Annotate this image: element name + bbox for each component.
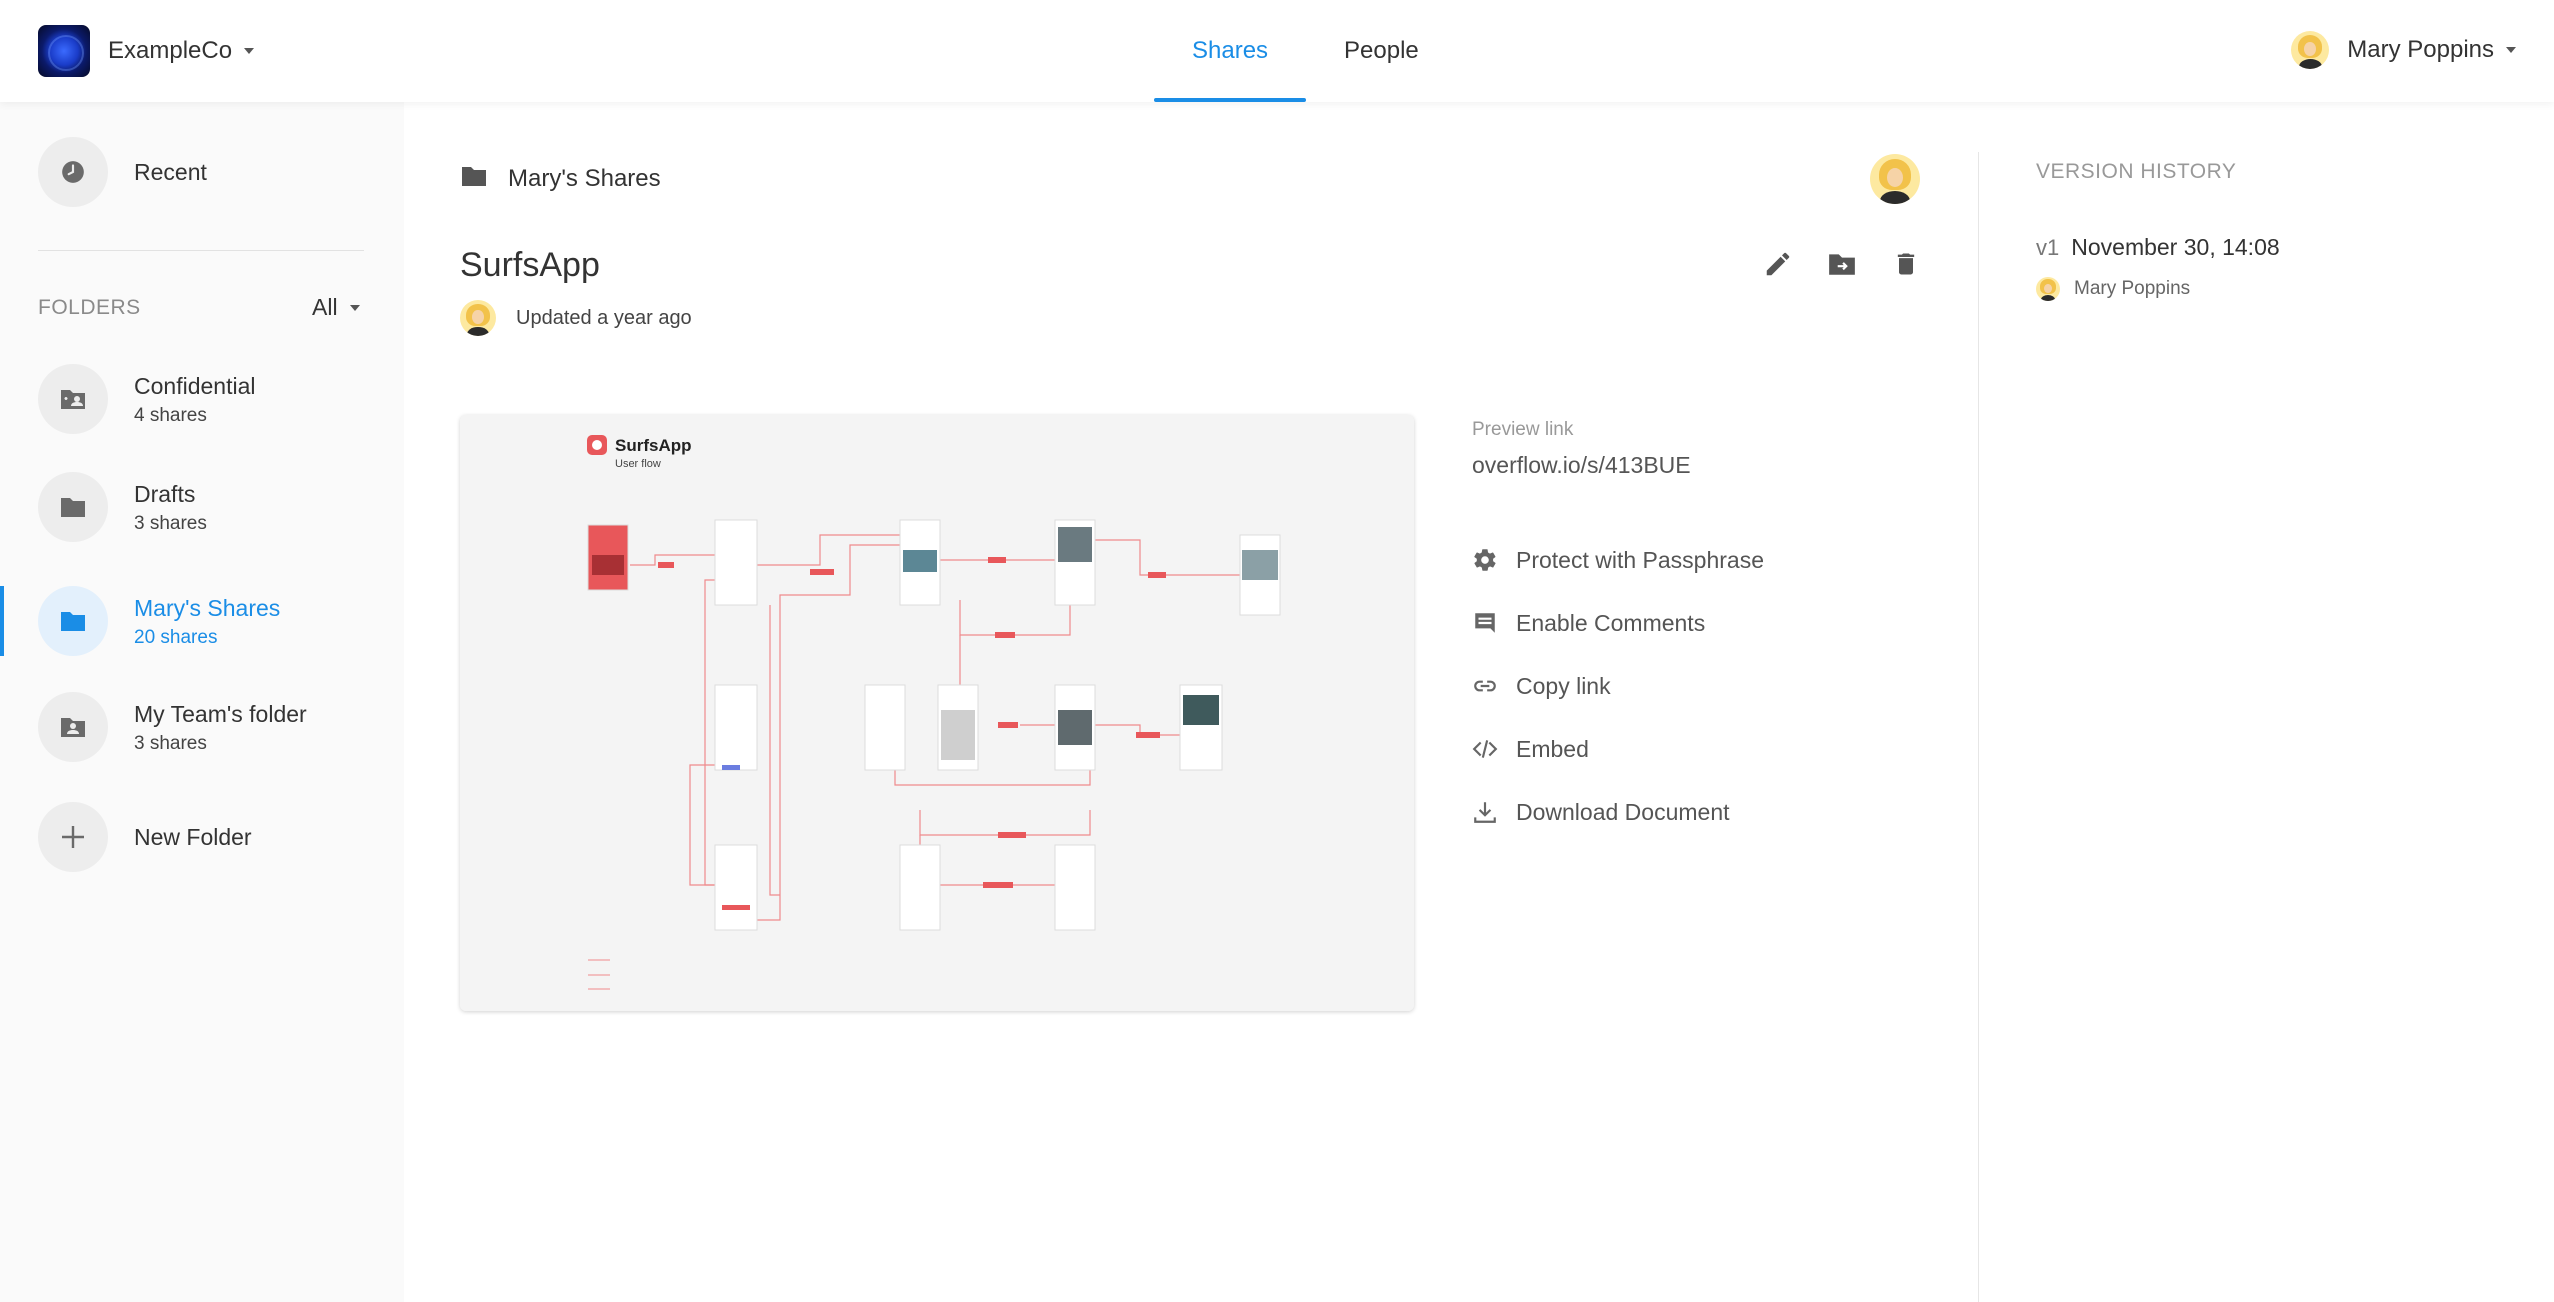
action-label: Enable Comments <box>1516 609 1706 636</box>
folder-share-count: 3 shares <box>134 733 207 754</box>
folder-share-count: 4 shares <box>134 405 207 426</box>
document-preview[interactable]: SurfsApp User flow <box>460 415 1414 1011</box>
top-bar: ExampleCo Shares People Mary Poppins <box>0 0 2554 102</box>
code-icon <box>1470 734 1500 764</box>
version-number: v1 <box>2036 235 2060 260</box>
folder-name: Confidential <box>134 373 256 399</box>
sidebar-item-marys-shares[interactable]: Mary's Shares 20 shares <box>38 586 280 656</box>
folder-name: My Team's folder <box>134 701 307 727</box>
version-author-avatar <box>2036 277 2060 301</box>
download-icon <box>1470 797 1500 827</box>
protect-with-passphrase-button[interactable]: Protect with Passphrase <box>1470 540 1764 580</box>
preview-brand: SurfsApp <box>615 436 692 455</box>
sidebar-item-recent[interactable]: Recent <box>38 137 207 207</box>
org-name: ExampleCo <box>108 37 233 64</box>
link-icon <box>1470 671 1500 701</box>
action-label: Embed <box>1516 735 1589 762</box>
active-indicator <box>0 586 4 656</box>
comment-icon <box>1470 608 1500 638</box>
embed-button[interactable]: Embed <box>1470 729 1764 769</box>
plus-icon <box>38 802 108 872</box>
enable-comments-button[interactable]: Enable Comments <box>1470 603 1764 643</box>
gear-icon <box>1470 545 1500 575</box>
sidebar-item-confidential[interactable]: Confidential 4 shares <box>38 364 255 434</box>
folder-share-count: 20 shares <box>134 627 218 648</box>
user-flow-thumbnail: SurfsApp User flow <box>460 415 1414 1011</box>
main-tabs: Shares People <box>1154 0 1457 102</box>
delete-button[interactable] <box>1888 246 1924 282</box>
version-author: Mary Poppins <box>2036 277 2190 301</box>
author-avatar <box>460 300 496 336</box>
folders-heading: FOLDERS <box>38 296 141 319</box>
folder-name: Mary's Shares <box>134 595 281 621</box>
caret-down-icon <box>2506 47 2516 53</box>
action-label: Protect with Passphrase <box>1516 546 1765 573</box>
move-button[interactable] <box>1824 246 1860 282</box>
org-logo <box>38 25 90 77</box>
version-history-heading: VERSION HISTORY <box>2036 160 2237 183</box>
sidebar: Recent FOLDERS All Confidential 4 shares… <box>0 102 404 1302</box>
org-switcher[interactable]: ExampleCo <box>38 25 255 77</box>
new-folder-label: New Folder <box>134 824 252 850</box>
download-document-button[interactable]: Download Document <box>1470 792 1764 832</box>
folders-filter-dropdown[interactable]: All <box>312 294 360 321</box>
move-folder-icon <box>1829 254 1855 275</box>
user-name: Mary Poppins <box>2347 36 2494 63</box>
updated-text: Updated a year ago <box>516 306 692 329</box>
document-actions <box>1760 246 1924 282</box>
caret-down-icon <box>244 48 255 54</box>
preview-subtitle: User flow <box>615 458 661 470</box>
panel-divider <box>1978 152 1979 1302</box>
folder-icon <box>38 472 108 542</box>
preview-link-url[interactable]: overflow.io/s/413BUE <box>1472 452 1691 479</box>
folders-filter-value: All <box>312 294 338 320</box>
folder-share-count: 3 shares <box>134 513 207 534</box>
new-folder-button[interactable]: New Folder <box>38 802 252 872</box>
page-title: SurfsApp <box>460 246 600 284</box>
caret-down-icon <box>349 304 360 311</box>
sidebar-item-label: Recent <box>134 159 207 185</box>
sidebar-item-my-teams-folder[interactable]: My Team's folder 3 shares <box>38 692 307 762</box>
folder-icon <box>38 586 108 656</box>
breadcrumb-label: Mary's Shares <box>508 164 661 192</box>
action-label: Copy link <box>1516 672 1611 699</box>
share-actions: Protect with Passphrase Enable Comments … <box>1470 540 1764 855</box>
updated-info: Updated a year ago <box>460 300 692 336</box>
clock-icon <box>38 137 108 207</box>
folder-icon <box>460 164 488 193</box>
sidebar-item-drafts[interactable]: Drafts 3 shares <box>38 472 207 542</box>
user-menu[interactable]: Mary Poppins <box>2291 30 2516 70</box>
breadcrumb[interactable]: Mary's Shares <box>460 164 661 193</box>
trash-icon <box>1897 253 1915 275</box>
owner-avatar[interactable] <box>1870 154 1920 204</box>
action-label: Download Document <box>1516 798 1730 825</box>
copy-link-button[interactable]: Copy link <box>1470 666 1764 706</box>
edit-button[interactable] <box>1760 246 1796 282</box>
version-date: November 30, 14:08 <box>2071 234 2280 260</box>
version-author-name: Mary Poppins <box>2074 278 2191 299</box>
tab-people[interactable]: People <box>1306 0 1457 102</box>
version-entry[interactable]: v1 November 30, 14:08 <box>2036 234 2280 261</box>
preview-link-label: Preview link <box>1472 419 1574 440</box>
pencil-icon <box>1766 252 1790 276</box>
shared-folder-icon <box>38 364 108 434</box>
tab-shares[interactable]: Shares <box>1154 0 1307 102</box>
user-avatar <box>2291 31 2330 69</box>
shared-folder-icon <box>38 692 108 762</box>
sidebar-divider <box>38 250 364 251</box>
folder-name: Drafts <box>134 481 196 507</box>
